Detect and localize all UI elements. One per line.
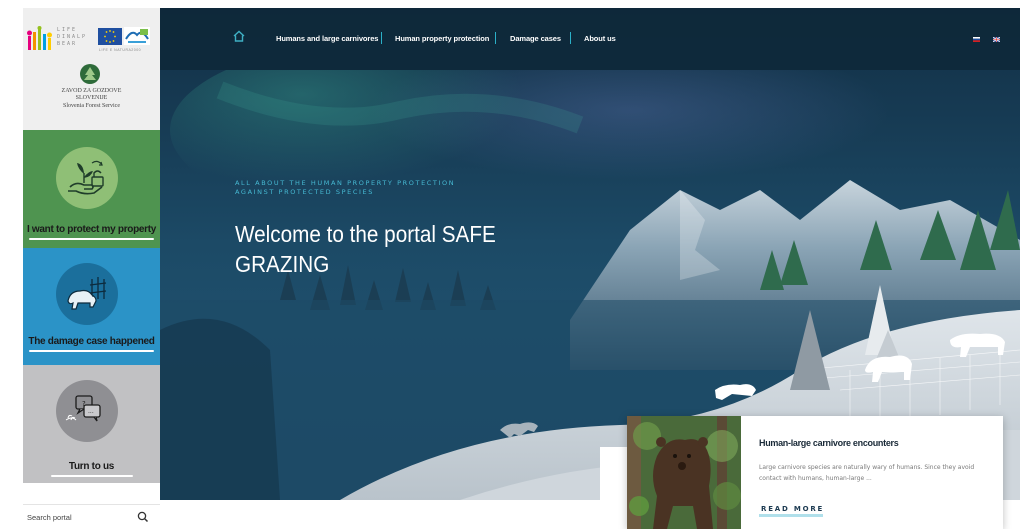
hand-plant-lock-icon [68,160,104,195]
panel-turn-to-us[interactable]: ? ... Turn to us [23,365,160,483]
panel-protect-property[interactable]: I want to protect my property [23,130,160,248]
top-navigation: Humans and large carnivores Human proper… [160,8,1020,70]
panel-damage-case[interactable]: The damage case happened [23,248,160,365]
hero-eyebrow: ALL ABOUT THE HUMAN PROPERTY PROTECTION … [235,179,455,197]
nav-separator [495,32,496,44]
forest-service-emblem-icon[interactable] [79,63,101,85]
hero-eyebrow-line2: AGAINST PROTECTED SPECIES [235,188,374,196]
nav-damage-cases[interactable]: Damage cases [510,34,561,43]
life-logo[interactable] [26,26,54,52]
svg-text:...: ... [88,408,94,415]
search-icon[interactable] [136,510,150,524]
logo-area: LIFE DINALP BEAR LIFE E NATURA2000 ZAVOD… [23,8,160,130]
nav-about-us[interactable]: About us [584,34,616,43]
panel-damage-underline [29,350,154,352]
card-title[interactable]: Human-large carnivore encounters [759,438,899,448]
panel-protect-underline [29,238,154,240]
article-card[interactable]: Human-large carnivore encounters Large c… [627,416,1003,529]
sidebar: LIFE DINALP BEAR LIFE E NATURA2000 ZAVOD… [23,8,160,529]
nav-separator [381,32,382,44]
panel-damage-label: The damage case happened [28,336,155,347]
hero-title: Welcome to the portal SAFE GRAZING [235,221,496,277]
hero-eyebrow-line1: ALL ABOUT THE HUMAN PROPERTY PROTECTION [235,179,456,187]
panel-turn-underline [51,475,133,477]
zgs-subtitle: Slovenia Forest Service [63,103,120,109]
chat-bubbles-icon: ? ... [65,395,101,422]
panel-damage-circle [56,263,118,325]
natura-text: LIFE E NATURA2000 [99,48,142,52]
eu-stars-icon [104,30,116,43]
panel-turn-circle: ? ... [56,380,118,442]
bear-fence-icon [67,277,107,310]
flag-sl-icon[interactable] [973,37,980,42]
search-bar [23,504,160,529]
home-icon[interactable] [232,30,246,42]
forest-service-name: ZAVOD ZA GOZDOVE SLOVENIJE Slovenia Fore… [23,88,160,110]
read-more-button[interactable]: READ MORE [761,505,824,513]
panel-turn-label: Turn to us [68,461,115,472]
eu-flag-logo[interactable] [98,28,122,45]
content-tab [600,447,630,500]
nav-separator [570,32,571,44]
nav-humans-carnivores[interactable]: Humans and large carnivores [276,34,378,43]
zgs-name: ZAVOD ZA GOZDOVE SLOVENIJE [61,88,122,101]
life-dinalp-bear-text: LIFE DINALP BEAR [57,27,87,48]
read-more-underline [759,514,823,517]
natura2000-logo[interactable] [124,27,150,45]
nav-property-protection[interactable]: Human property protection [395,34,489,43]
search-input[interactable] [27,509,133,526]
card-text: Large carnivore species are naturally wa… [759,464,975,482]
bear-photo[interactable] [627,416,741,529]
panel-protect-circle [56,147,118,209]
flag-en-icon[interactable] [993,37,1000,42]
life-text: LIFE DINALP BEAR [57,27,88,47]
panel-protect-label: I want to protect my property [26,224,157,235]
